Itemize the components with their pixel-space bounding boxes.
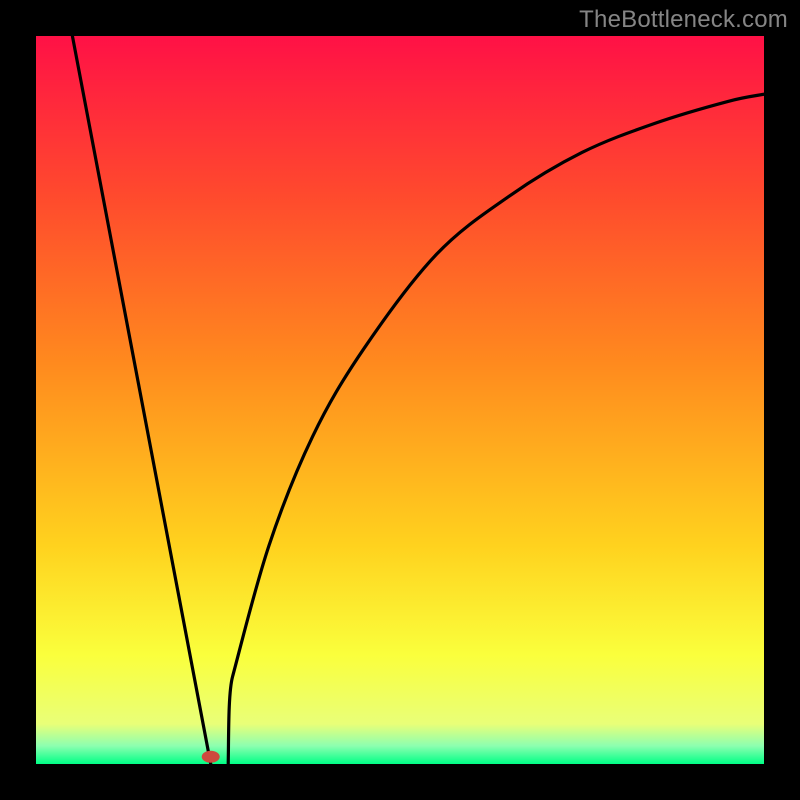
chart-svg (36, 36, 764, 764)
watermark-text: TheBottleneck.com (579, 6, 788, 34)
chart-plot-area (36, 36, 764, 764)
chart-frame: TheBottleneck.com (0, 0, 800, 800)
minimum-marker (202, 751, 220, 763)
gradient-background (36, 36, 764, 764)
